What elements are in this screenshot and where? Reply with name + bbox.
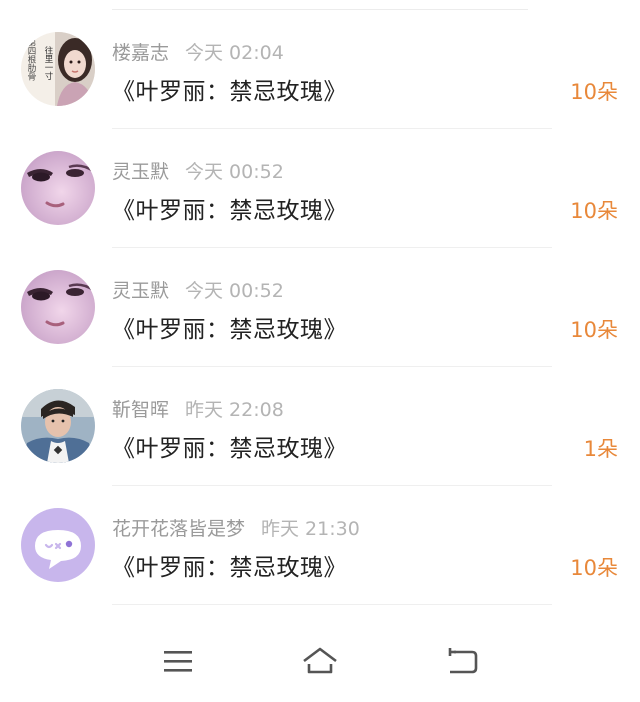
anime-face-avatar [21, 151, 95, 225]
flower-count: 1朵 [583, 437, 618, 461]
sender-name[interactable]: 灵玉默 [112, 161, 169, 183]
list-item[interactable]: 灵玉默 今天 00:52 《叶罗丽：禁忌玫瑰》 10朵 [0, 129, 640, 248]
sender-name[interactable]: 花开花落皆是梦 [112, 518, 245, 540]
list-item[interactable]: 灵玉默 今天 00:52 《叶罗丽：禁忌玫瑰》 10朵 [0, 248, 640, 367]
avatar[interactable]: 往里一寸 第四根肋骨 [21, 32, 95, 106]
book-cover-girl-avatar: 往里一寸 第四根肋骨 [21, 32, 95, 106]
avatar[interactable] [21, 151, 95, 225]
list-item[interactable]: 花开花落皆是梦 昨天 21:30 《叶罗丽：禁忌玫瑰》 10朵 [0, 486, 640, 605]
sender-line: 花开花落皆是梦 昨天 21:30 [112, 514, 360, 541]
avatar[interactable] [21, 389, 95, 463]
sender-line: 靳智晖 昨天 22:08 [112, 395, 284, 422]
list-item[interactable]: 往里一寸 第四根肋骨 楼嘉志 今天 02:04 《叶罗丽：禁忌玫瑰》 10朵 [0, 10, 640, 129]
flower-count: 10朵 [570, 556, 618, 580]
sender-name[interactable]: 楼嘉志 [112, 42, 169, 64]
sender-name[interactable]: 靳智晖 [112, 399, 169, 421]
anime-face-avatar [21, 270, 95, 344]
flower-count: 10朵 [570, 80, 618, 104]
list-item[interactable]: 靳智晖 昨天 22:08 《叶罗丽：禁忌玫瑰》 1朵 [0, 367, 640, 486]
menu-button[interactable] [158, 644, 198, 680]
boy-photo-avatar [21, 389, 95, 463]
system-navigation-bar [0, 614, 640, 702]
flower-count: 10朵 [570, 199, 618, 223]
sender-line: 楼嘉志 今天 02:04 [112, 38, 284, 65]
book-title[interactable]: 《叶罗丽：禁忌玫瑰》 [112, 72, 347, 106]
flower-count: 10朵 [570, 318, 618, 342]
book-title[interactable]: 《叶罗丽：禁忌玫瑰》 [112, 310, 347, 344]
avatar-cover-subtext: 第四根肋骨 [26, 37, 36, 80]
menu-icon [164, 651, 192, 672]
sender-name[interactable]: 灵玉默 [112, 280, 169, 302]
timestamp: 今天 00:52 [185, 280, 284, 302]
default-chat-avatar [21, 508, 95, 582]
avatar[interactable] [21, 508, 95, 582]
avatar-cover-text: 往里一寸 [43, 45, 53, 80]
timestamp: 今天 02:04 [185, 42, 284, 64]
sender-line: 灵玉默 今天 00:52 [112, 157, 284, 184]
timestamp: 今天 00:52 [185, 161, 284, 183]
row-divider [112, 604, 552, 605]
home-icon [303, 647, 337, 674]
home-button[interactable] [300, 644, 340, 680]
sender-line: 灵玉默 今天 00:52 [112, 276, 284, 303]
book-title[interactable]: 《叶罗丽：禁忌玫瑰》 [112, 191, 347, 225]
back-icon [448, 648, 478, 674]
timestamp: 昨天 21:30 [261, 518, 360, 540]
avatar[interactable] [21, 270, 95, 344]
gift-list: 往里一寸 第四根肋骨 楼嘉志 今天 02:04 《叶罗丽：禁忌玫瑰》 10朵 灵… [0, 10, 640, 605]
book-title[interactable]: 《叶罗丽：禁忌玫瑰》 [112, 429, 347, 463]
book-title[interactable]: 《叶罗丽：禁忌玫瑰》 [112, 548, 347, 582]
timestamp: 昨天 22:08 [185, 399, 284, 421]
back-button[interactable] [442, 644, 482, 680]
